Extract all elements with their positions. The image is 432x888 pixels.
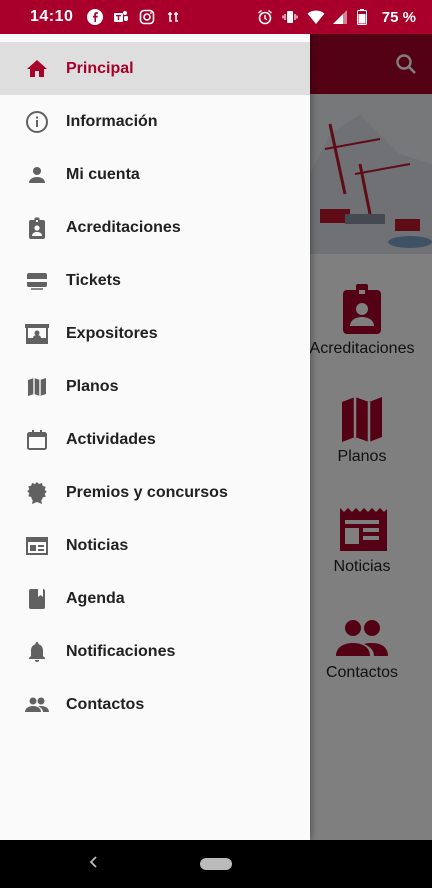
menu-item-label: Expositores — [66, 324, 158, 342]
menu-item-label: Premios y concursos — [66, 483, 228, 501]
menu-item-agenda[interactable]: Agenda — [0, 572, 310, 625]
ticket-icon — [24, 268, 50, 294]
menu-item-contactos[interactable]: Contactos — [0, 678, 310, 731]
menu-item-label: Contactos — [66, 695, 145, 713]
menu-item-label: Información — [66, 112, 158, 130]
menu-item-tickets[interactable]: Tickets — [0, 254, 310, 307]
bell-icon — [24, 639, 50, 665]
menu-item-label: Planos — [66, 377, 119, 395]
status-bar: 14:10 75 % — [0, 0, 432, 34]
book-icon — [24, 586, 50, 612]
map-icon — [24, 374, 50, 400]
menu-item-label: Notificaciones — [66, 642, 176, 660]
award-icon — [24, 480, 50, 506]
menu-item-label: Acreditaciones — [66, 218, 181, 236]
system-navigation-bar — [0, 840, 432, 888]
news-icon — [24, 533, 50, 559]
menu-item-label: Agenda — [66, 589, 125, 607]
menu-item-notificaciones[interactable]: Notificaciones — [0, 625, 310, 678]
facebook-icon — [87, 9, 104, 25]
teams-icon — [113, 9, 129, 25]
instagram-icon — [139, 9, 155, 25]
menu-item-mi-cuenta[interactable]: Mi cuenta — [0, 148, 310, 201]
battery-icon — [356, 9, 373, 25]
menu-item-premios-y-concursos[interactable]: Premios y concursos — [0, 466, 310, 519]
menu-item-informacion[interactable]: Información — [0, 95, 310, 148]
menu-item-noticias[interactable]: Noticias — [0, 519, 310, 572]
navigation-drawer: Principal Información Mi cuenta Acredita… — [0, 34, 310, 840]
wifi-icon — [307, 9, 325, 25]
alarm-icon — [257, 9, 273, 25]
back-icon[interactable] — [86, 852, 100, 878]
battery-percent: 75 % — [381, 8, 416, 26]
menu-item-acreditaciones[interactable]: Acreditaciones — [0, 201, 310, 254]
person-icon — [24, 162, 50, 188]
menu-item-label: Actividades — [66, 430, 156, 448]
home-pill-button[interactable] — [200, 858, 232, 870]
booth-icon — [24, 321, 50, 347]
menu-item-label: Principal — [66, 59, 134, 77]
people-icon — [24, 692, 50, 718]
menu-item-label: Tickets — [66, 271, 121, 289]
vibrate-icon — [282, 9, 298, 25]
info-icon — [24, 109, 50, 135]
menu-item-actividades[interactable]: Actividades — [0, 413, 310, 466]
calendar-icon — [24, 427, 50, 453]
menu-item-planos[interactable]: Planos — [0, 360, 310, 413]
menu-item-principal[interactable]: Principal — [0, 42, 310, 95]
status-time: 14:10 — [30, 8, 74, 25]
tiktok-icon — [165, 9, 181, 25]
signal-icon — [332, 9, 348, 25]
menu-item-expositores[interactable]: Expositores — [0, 307, 310, 360]
drawer-menu: Principal Información Mi cuenta Acredita… — [0, 42, 310, 731]
badge-icon — [24, 215, 50, 241]
menu-item-label: Noticias — [66, 536, 129, 554]
home-icon — [24, 56, 50, 82]
menu-item-label: Mi cuenta — [66, 165, 140, 183]
